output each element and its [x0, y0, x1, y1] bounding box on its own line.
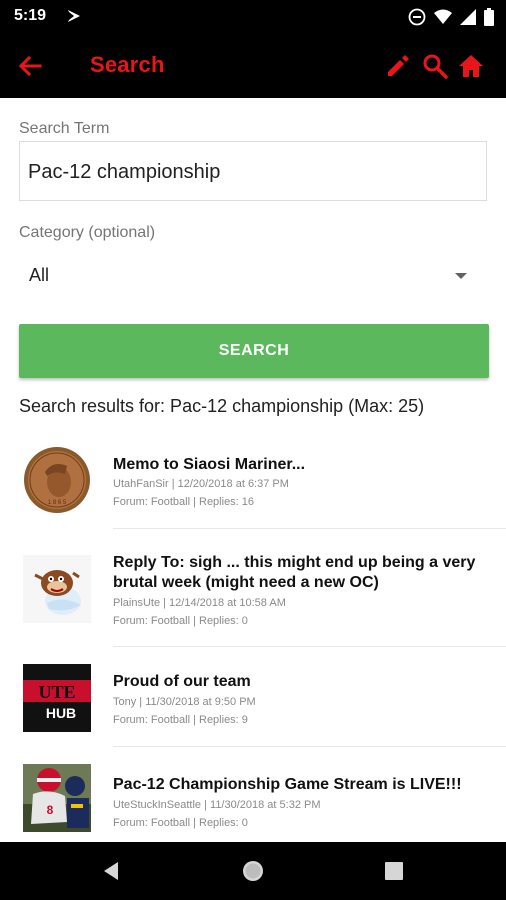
- divider: [113, 746, 506, 747]
- result-forum: Forum: Football | Replies: 9: [113, 714, 248, 726]
- dropdown-arrow-icon: [455, 273, 467, 279]
- svg-text:8: 8: [47, 803, 54, 817]
- list-item[interactable]: Reply To: sigh ... this might end up bei…: [0, 530, 506, 648]
- result-byline: UteStuckInSeattle | 11/30/2018 at 5:32 P…: [113, 799, 321, 811]
- result-forum: Forum: Football | Replies: 0: [113, 817, 248, 829]
- search-button[interactable]: SEARCH: [19, 324, 489, 378]
- category-label: Category (optional): [19, 224, 156, 241]
- result-title: Pac-12 Championship Game Stream is LIVE!…: [113, 776, 462, 793]
- home-circle-icon[interactable]: [241, 859, 265, 883]
- svg-text:HUB: HUB: [46, 705, 76, 721]
- recents-square-icon[interactable]: [382, 859, 406, 883]
- system-nav-bar: [0, 842, 506, 900]
- status-time: 5:19: [14, 7, 47, 24]
- flag-icon: [66, 8, 82, 24]
- ute-hub-logo-avatar: UTE HUB: [23, 664, 91, 732]
- search-term-field[interactable]: [19, 141, 487, 201]
- list-item[interactable]: 8 Pac-12 Championship Game Stream is LIV…: [0, 748, 506, 842]
- do-not-disturb-icon: [408, 8, 426, 26]
- edit-icon[interactable]: [383, 52, 411, 80]
- divider: [113, 646, 506, 647]
- result-title: Memo to Siaosi Mariner...: [113, 456, 306, 473]
- cartoon-avatar: [23, 555, 91, 623]
- signal-icon: [460, 9, 476, 25]
- back-arrow-icon[interactable]: [16, 52, 44, 80]
- football-photo-avatar: 8: [23, 764, 91, 832]
- home-icon[interactable]: [457, 52, 485, 80]
- battery-icon: [484, 8, 494, 26]
- result-forum: Forum: Football | Replies: 16: [113, 496, 255, 508]
- search-icon[interactable]: [421, 52, 449, 80]
- penny-coin-avatar: 1 8 6 5: [23, 446, 91, 514]
- app-bar: Search: [0, 34, 506, 98]
- result-forum: Forum: Football | Replies: 0: [113, 615, 248, 627]
- svg-text:1 8 6 5: 1 8 6 5: [48, 500, 67, 506]
- search-term-label: Search Term: [19, 120, 110, 137]
- status-bar: 5:19: [0, 0, 506, 34]
- category-dropdown[interactable]: All: [19, 258, 489, 298]
- search-term-input[interactable]: [26, 154, 480, 190]
- result-byline: PlainsUte | 12/14/2018 at 10:58 AM: [113, 597, 286, 609]
- result-byline: Tony | 11/30/2018 at 9:50 PM: [113, 696, 256, 708]
- result-byline: UtahFanSir | 12/20/2018 at 6:37 PM: [113, 478, 289, 490]
- back-triangle-icon[interactable]: [100, 859, 124, 883]
- list-item[interactable]: UTE HUB Proud of our team Tony | 11/30/2…: [0, 648, 506, 748]
- divider: [113, 528, 506, 529]
- svg-text:UTE: UTE: [38, 682, 75, 702]
- result-title: Proud of our team: [113, 673, 251, 690]
- results-heading: Search results for: Pac-12 championship …: [19, 396, 425, 416]
- category-selected-value: All: [29, 265, 50, 285]
- result-title: Reply To: sigh ... this might end up bei…: [113, 554, 476, 591]
- page-title: Search: [90, 52, 165, 77]
- status-icons: [408, 7, 494, 27]
- list-item[interactable]: 1 8 6 5 Memo to Siaosi Mariner... UtahFa…: [0, 432, 506, 530]
- wifi-icon: [434, 9, 452, 25]
